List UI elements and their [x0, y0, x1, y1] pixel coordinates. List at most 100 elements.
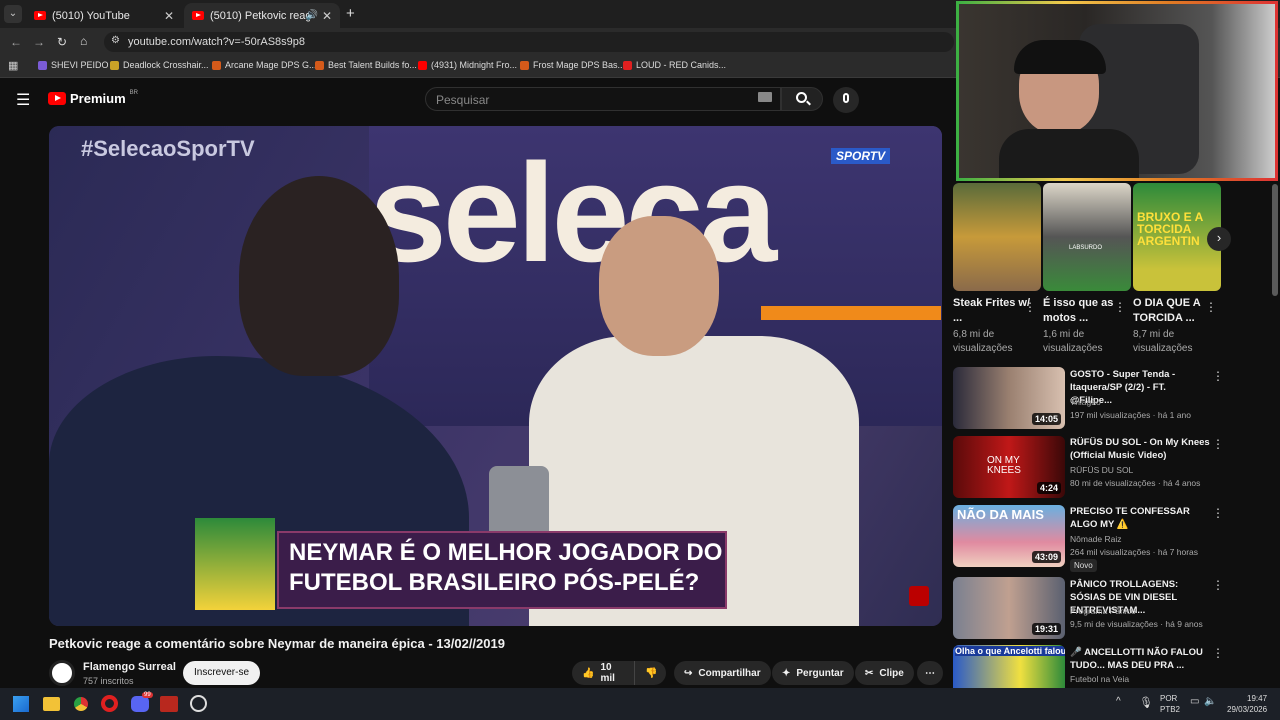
bookmark-item[interactable]: Frost Mage DPS Bas...	[520, 60, 625, 70]
share-button[interactable]: ↪ Compartilhar	[674, 661, 771, 685]
network-logo: SPORTV	[831, 148, 891, 164]
apps-icon[interactable]: ▦	[8, 59, 18, 72]
short-title[interactable]: O DIA QUE A TORCIDA ...	[1133, 296, 1213, 326]
video-thumbnail[interactable]: NÃO DA MAIS 43:09	[953, 505, 1065, 567]
video-thumbnail[interactable]: 19:31	[953, 577, 1065, 639]
search-button[interactable]	[781, 87, 823, 111]
video-thumbnail[interactable]: ON MY KNEES 4:24	[953, 436, 1065, 498]
video-thumbnail[interactable]: Olha o que Ancelotti falou	[953, 645, 1065, 688]
duration-badge: 19:31	[1031, 623, 1061, 635]
more-vert-icon[interactable]: ⋮	[1212, 369, 1224, 383]
scrollbar[interactable]	[1272, 184, 1278, 296]
bookmark-item[interactable]: Best Talent Builds fo...	[315, 60, 417, 70]
file-explorer-icon[interactable]	[43, 697, 60, 711]
volume-icon[interactable]: 🔈	[1204, 696, 1216, 707]
youtube-logo[interactable]: Premium BR	[48, 89, 138, 106]
keyboard-layout[interactable]: PTB2	[1160, 705, 1180, 714]
channel-name[interactable]: RÜFÜS DU SOL	[1070, 465, 1220, 475]
bookmark-item[interactable]: LOUD - RED Canids...	[623, 60, 726, 70]
opera-icon[interactable]	[101, 695, 118, 712]
video-meta: 80 mi de visualizações · há 4 anos	[1070, 478, 1201, 488]
more-vert-icon[interactable]: ⋮	[1212, 646, 1224, 660]
video-title[interactable]: 🎤 ANCELLOTTI NÃO FALOU TUDO... MAS DEU P…	[1070, 646, 1210, 672]
thumbs-down-icon: 👎	[645, 667, 658, 679]
channel-name[interactable]: Flamengo Surreal	[83, 661, 176, 673]
clock-date[interactable]: 29/03/2026	[1227, 705, 1267, 714]
network-icon[interactable]: ▭	[1190, 696, 1199, 707]
caption-line-2: FUTEBOL BRASILEIRO PÓS-PELÉ?	[289, 569, 700, 596]
dislike-button[interactable]: 👎	[634, 661, 666, 685]
like-button[interactable]: 👍 10 mil	[572, 661, 634, 685]
short-title[interactable]: É isso que as motos ...	[1043, 296, 1123, 326]
chrome-icon[interactable]	[72, 695, 90, 713]
search-input[interactable]: Pesquisar	[425, 87, 781, 111]
region-label: BR	[129, 89, 138, 96]
mic-tray-icon[interactable]: 🎙	[1139, 696, 1153, 709]
new-tab-button[interactable]: +	[346, 5, 355, 22]
share-icon: ↪	[684, 667, 693, 679]
back-icon[interactable]: ←	[10, 35, 22, 49]
more-vert-icon[interactable]: ⋮	[1024, 300, 1036, 314]
discord-icon[interactable]	[131, 696, 149, 712]
person-left-head	[239, 176, 399, 376]
streaming-app-icon[interactable]	[160, 696, 178, 712]
logo-text: Premium	[70, 91, 126, 106]
tab-youtube[interactable]: (5010) YouTube ✕	[26, 3, 182, 28]
short-thumbnail[interactable]	[953, 183, 1041, 291]
forward-icon[interactable]: →	[33, 35, 45, 49]
tab-video[interactable]: (5010) Petkovic reage a con 🔊 ✕	[184, 3, 340, 28]
youtube-icon	[34, 11, 46, 20]
channel-name[interactable]: Nômade Raiz	[1070, 534, 1220, 544]
menu-icon[interactable]: ☰	[16, 90, 30, 110]
channel-avatar[interactable]	[49, 660, 75, 686]
short-title[interactable]: Steak Frites w/ ...	[953, 296, 1033, 326]
more-vert-icon[interactable]: ⋮	[1212, 437, 1224, 451]
short-views: 1,6 mi de visualizações	[1043, 329, 1103, 354]
video-title[interactable]: PRECISO TE CONFESSAR ALGO MY ⚠️	[1070, 505, 1210, 531]
video-meta: 197 mil visualizações · há 1 ano	[1070, 410, 1191, 420]
speaker-icon[interactable]: 🔊	[306, 10, 318, 21]
close-icon[interactable]: ✕	[164, 9, 174, 23]
short-thumbnail[interactable]: LABSURDO	[1043, 183, 1131, 291]
ask-button[interactable]: ✦ Perguntar	[772, 661, 854, 685]
clip-button[interactable]: ✂ Clipe	[855, 661, 914, 685]
sparkle-icon: ✦	[782, 667, 791, 679]
bookmark-item[interactable]: Arcane Mage DPS G...	[212, 60, 317, 70]
webcam-overlay	[956, 1, 1278, 181]
close-icon[interactable]: ✕	[322, 9, 332, 23]
bookmark-item[interactable]: (4931) Midnight Fro...	[418, 60, 517, 70]
subscribe-button[interactable]: Inscrever-se	[183, 661, 261, 685]
more-actions-button[interactable]: ⋯	[917, 661, 943, 685]
flamengo-icon	[909, 586, 929, 606]
thumbs-up-icon: 👍	[582, 667, 595, 679]
windows-start-icon[interactable]	[13, 696, 29, 712]
subscriber-count: 757 inscritos	[83, 676, 134, 686]
bookmark-icon	[520, 60, 529, 70]
keyboard-icon[interactable]	[758, 92, 772, 102]
youtube-icon	[48, 92, 66, 105]
video-thumbnail[interactable]: 14:05	[953, 367, 1065, 429]
mic-button[interactable]	[833, 87, 859, 113]
video-title[interactable]: RÜFÜS DU SOL - On My Knees (Official Mus…	[1070, 436, 1210, 462]
video-player[interactable]: #SelecaoSporTV seleca SPORTV NEYMAR É O …	[49, 126, 942, 626]
chevron-up-icon[interactable]: ^	[1116, 696, 1121, 707]
site-info-icon[interactable]: ⚙	[111, 35, 120, 46]
more-vert-icon[interactable]: ⋮	[1212, 506, 1224, 520]
channel-name[interactable]: Programa Pânico	[1070, 606, 1220, 616]
home-icon[interactable]: ⌂	[80, 34, 87, 48]
channel-name[interactable]: Thiagão	[1070, 397, 1220, 407]
bookmark-item[interactable]: SHEVI PEIDO	[38, 60, 109, 70]
reload-icon[interactable]: ↻	[57, 35, 67, 49]
bookmark-item[interactable]: Deadlock Crosshair...	[110, 60, 209, 70]
tab-search-button[interactable]: ⌄	[4, 5, 22, 23]
more-vert-icon[interactable]: ⋮	[1114, 300, 1126, 314]
webcam-person-cap	[1014, 40, 1106, 74]
more-vert-icon[interactable]: ⋮	[1205, 300, 1217, 314]
obs-icon[interactable]	[190, 695, 207, 712]
shorts-next-button[interactable]: ›	[1207, 227, 1231, 251]
more-vert-icon[interactable]: ⋮	[1212, 578, 1224, 592]
clock-time[interactable]: 19:47	[1247, 694, 1267, 703]
language-indicator[interactable]: POR	[1160, 694, 1177, 703]
url-bar[interactable]: ⚙ youtube.com/watch?v=-50rAS8s9p8	[104, 32, 954, 52]
channel-name[interactable]: Futebol na Veia	[1070, 674, 1220, 684]
